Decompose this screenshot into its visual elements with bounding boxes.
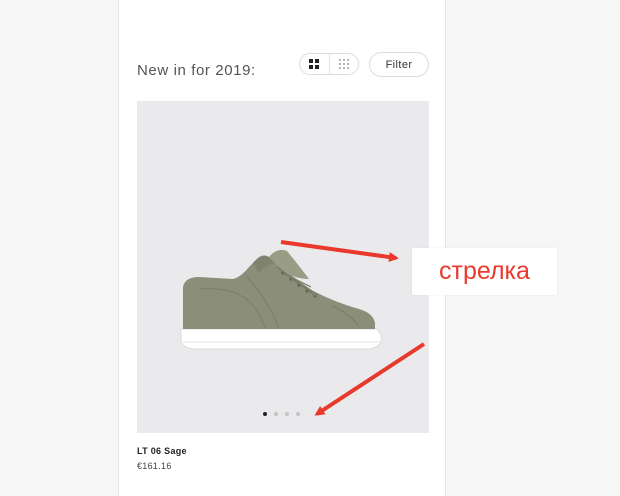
product-price: €161.16 xyxy=(137,461,172,471)
product-name[interactable]: LT 06 Sage xyxy=(137,446,187,456)
image-carousel-dots xyxy=(263,412,300,416)
product-image[interactable] xyxy=(137,101,429,433)
section-title: New in for 2019: xyxy=(137,62,256,79)
page: New in for 2019: Filter LT 06 Sage €161.… xyxy=(0,0,620,496)
grid-small-view-button[interactable] xyxy=(330,54,359,74)
grid-large-icon xyxy=(309,59,320,69)
product-list-panel: New in for 2019: Filter LT 06 Sage €161.… xyxy=(118,0,446,496)
grid-large-view-button[interactable] xyxy=(300,54,329,74)
annotation-label: стрелка xyxy=(412,248,557,295)
grid-small-icon xyxy=(338,59,349,69)
sneaker-image xyxy=(180,249,382,350)
carousel-dot-3[interactable] xyxy=(285,412,289,416)
carousel-dot-4[interactable] xyxy=(296,412,300,416)
filter-button[interactable]: Filter xyxy=(369,52,429,77)
view-toggle xyxy=(299,53,359,75)
carousel-dot-2[interactable] xyxy=(274,412,278,416)
carousel-dot-1[interactable] xyxy=(263,412,267,416)
